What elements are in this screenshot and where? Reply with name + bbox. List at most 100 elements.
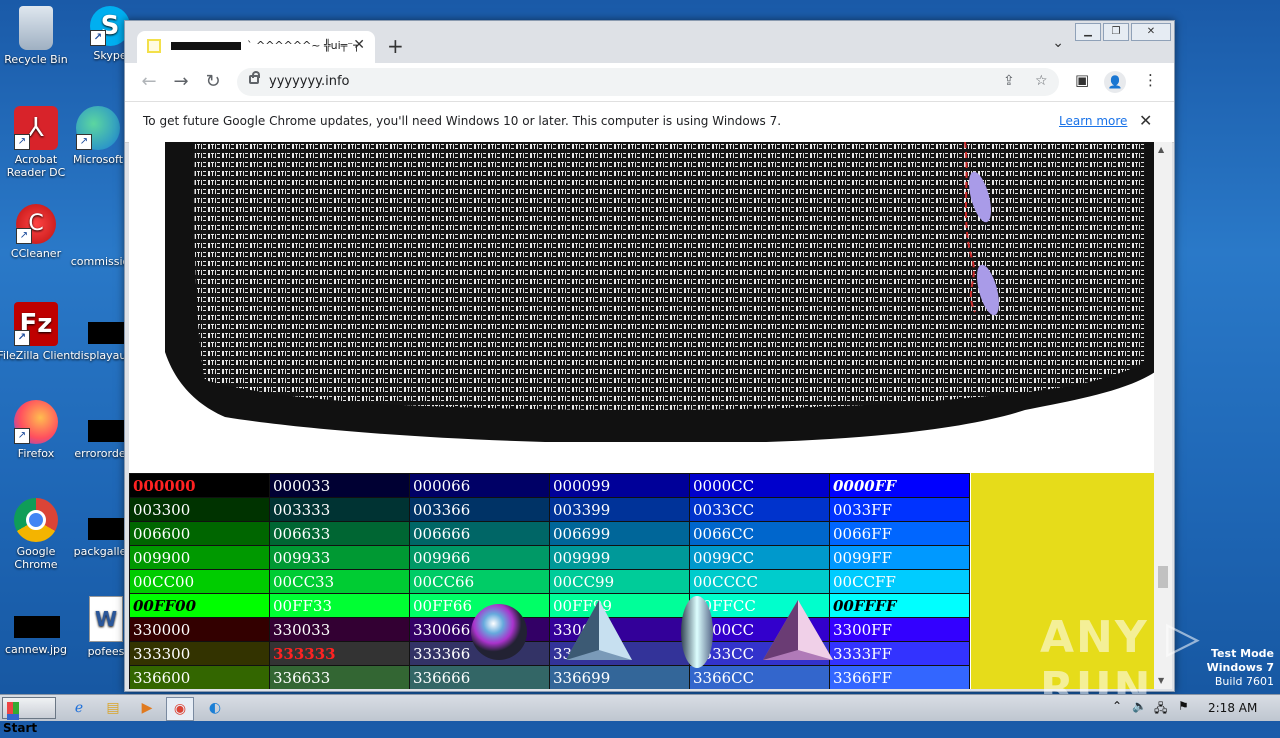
taskbar: Start ℯ ▤ ▶ ◉ ◐ ⌃ 🔈 🖧 ⚑ 2:18 AM [0, 694, 1280, 735]
taskbar-explorer-icon[interactable]: ▤ [100, 697, 126, 719]
glass-sphere-ornament [471, 604, 527, 660]
color-cell: 336600 [129, 665, 270, 689]
color-cell: 009933 [269, 545, 410, 570]
hex-color-table: 000000 000033 000066 000099 0000CC 0000FF 0033… [129, 473, 970, 689]
url-text[interactable]: yyyyyyy.info [269, 74, 350, 89]
color-cell: 000033 [269, 473, 410, 498]
color-cell: 0066FF [829, 521, 970, 546]
color-table-row: 3333003333333333663333993333CC3333FF [129, 641, 970, 666]
color-cell: 000099 [549, 473, 690, 498]
color-table-row: 003300 003333 003366 003399 0033CC 0033FF [129, 497, 970, 522]
restore-button[interactable]: ❐ [1103, 23, 1129, 41]
color-cell: 3366FF [829, 665, 970, 689]
acrobat-graphic: ⅄ ↗ [14, 106, 58, 150]
color-cell: 3333FF [829, 641, 970, 666]
bookmark-star-icon[interactable]: ☆ [1035, 73, 1048, 89]
word-doc-graphic: W [89, 596, 123, 642]
tab-search-chevron-icon[interactable]: ⌄ [1052, 35, 1064, 51]
infobar-message: To get future Google Chrome updates, you… [143, 114, 782, 128]
desktop-icon-label: displayau [73, 349, 127, 362]
reload-button[interactable]: ↻ [201, 70, 225, 94]
redacted-thumbnail [88, 322, 128, 344]
color-cell: 00CC66 [409, 569, 550, 594]
redacted-thumbnail [14, 616, 60, 638]
color-cell: 336633 [269, 665, 410, 689]
lock-icon[interactable] [249, 71, 260, 84]
shortcut-arrow-icon: ↗ [14, 428, 30, 444]
new-tab-button[interactable]: + [387, 34, 404, 58]
scrollbar-thumb[interactable] [1158, 566, 1168, 588]
test-mode-notice: Test Mode Windows 7 Build 7601 [1207, 647, 1274, 689]
back-button[interactable]: ← [137, 70, 161, 94]
color-table-body: 000000 000033 000066 000099 0000CC 0000FF 0033… [129, 473, 970, 689]
color-cell: 003300 [129, 497, 270, 522]
color-cell: 000066 [409, 473, 550, 498]
color-cell: 0099FF [829, 545, 970, 570]
test-mode-line1: Test Mode [1211, 647, 1274, 660]
taskbar-ie-icon[interactable]: ℯ [66, 697, 92, 719]
color-cell: 00FF33 [269, 593, 410, 618]
tray-action-center-icon[interactable]: ⚑ [1178, 699, 1189, 713]
color-cell: 0033FF [829, 497, 970, 522]
color-cell: 333333 [269, 641, 410, 666]
infobar-close-icon[interactable]: ✕ [1139, 111, 1152, 130]
chrome-window: ▁ ❐ ✕ ` ^^^^^^~ ╬ui╤⁻┐ ✕ + ⌄ ← → ↻ yyyyy… [124, 20, 1175, 692]
start-label: Start [3, 721, 38, 735]
test-mode-line3: Build 7601 [1214, 675, 1274, 688]
tray-overflow-icon[interactable]: ⌃ [1112, 699, 1122, 713]
share-icon[interactable]: ⇪ [1003, 73, 1015, 89]
profile-avatar-icon[interactable]: 👤 [1104, 71, 1126, 93]
tray-volume-icon[interactable]: 🔈 [1132, 699, 1147, 713]
color-cell: 006600 [129, 521, 270, 546]
forward-button[interactable]: → [169, 70, 193, 94]
color-table-row: 000000 000033 000066 000099 0000CC 0000FF [129, 473, 970, 498]
address-bar[interactable]: yyyyyyy.info ⇪ ☆ [237, 68, 1059, 96]
menu-kebab-icon[interactable]: ⋮ [1143, 71, 1158, 89]
close-window-button[interactable]: ✕ [1131, 23, 1171, 41]
browser-tab[interactable]: ` ^^^^^^~ ╬ui╤⁻┐ ✕ [137, 31, 375, 63]
minimize-button[interactable]: ▁ [1075, 23, 1101, 41]
shortcut-arrow-icon: ↗ [14, 134, 30, 150]
cannew-jpg-icon[interactable]: cannew.jpg [0, 616, 76, 656]
color-cell: 3300FF [829, 617, 970, 642]
tab-close-icon[interactable]: ✕ [353, 37, 365, 53]
redacted-thumbnail [88, 420, 128, 442]
browser-toolbar: ← → ↻ yyyyyyy.info ⇪ ☆ ▣ 👤 ⋮ [125, 63, 1174, 101]
windows-flag-icon [7, 702, 19, 714]
color-table-row: 330000 330033 330066 330099 3300CC 3300FF [129, 617, 970, 642]
taskbar-media-player-icon[interactable]: ▶ [134, 697, 160, 719]
color-cell: 003366 [409, 497, 550, 522]
page-scrollbar[interactable]: ▲ ▼ [1154, 142, 1172, 689]
color-cell: 006699 [549, 521, 690, 546]
desktop-icon-label: cannew.jpg [4, 643, 67, 656]
color-cell: 00FF00 [129, 593, 270, 618]
color-cell: 00CCCC [689, 569, 830, 594]
side-panel-icon[interactable]: ▣ [1075, 71, 1089, 89]
color-cell: 00CC00 [129, 569, 270, 594]
color-cell: 0033CC [689, 497, 830, 522]
desktop-icon-label: pofees [87, 645, 125, 658]
color-table-row: 006600 006633 006666 006699 0066CC 0066FF [129, 521, 970, 546]
recycle-bin-icon[interactable]: Recycle Bin [0, 6, 76, 66]
color-cell: 006666 [409, 521, 550, 546]
scroll-up-arrow-icon[interactable]: ▲ [1158, 145, 1164, 154]
taskbar-clock[interactable]: 2:18 AM [1208, 701, 1257, 715]
desktop-icon-label: Google Chrome [14, 545, 58, 571]
learn-more-link[interactable]: Learn more [1059, 114, 1127, 128]
color-cell: 003333 [269, 497, 410, 522]
color-cell: 006633 [269, 521, 410, 546]
window-controls: ▁ ❐ ✕ [1075, 23, 1171, 41]
color-cell: 0000CC [689, 473, 830, 498]
tray-network-icon[interactable]: 🖧 [1154, 699, 1167, 720]
desktop-icon-label: Recycle Bin [4, 53, 68, 66]
inscribed-stone-image [165, 142, 1154, 442]
color-table-row: 00CC00 00CC33 00CC66 00CC99 00CCCC 00CCFF [129, 569, 970, 594]
start-button[interactable]: Start [2, 697, 56, 735]
desktop-icon-label: commissio [70, 255, 130, 268]
filezilla-graphic: Fz ↗ [14, 302, 58, 346]
color-cell: 00CC33 [269, 569, 410, 594]
taskbar-edge-icon[interactable]: ◐ [202, 697, 228, 719]
page-content: 000000 000033 000066 000099 0000CC 0000FF 0033… [129, 142, 1154, 689]
desktop-icon-label: Microsoft [72, 153, 124, 166]
taskbar-chrome-icon[interactable]: ◉ [166, 697, 194, 721]
